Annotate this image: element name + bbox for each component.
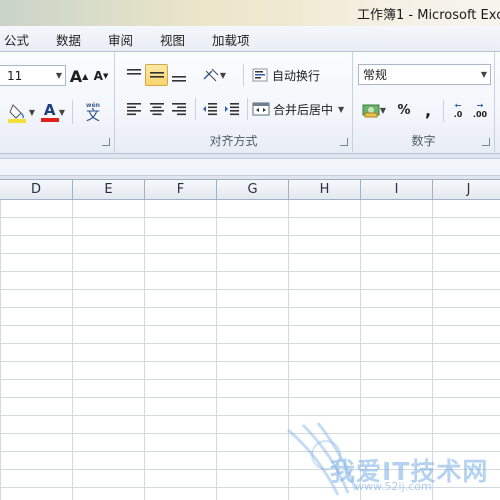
fill-color-button[interactable]: ▼ xyxy=(4,99,38,125)
arrow-right-icon: → xyxy=(476,101,484,110)
font-dialog-launcher[interactable] xyxy=(102,138,110,146)
wrap-text-button[interactable]: 自动换行 xyxy=(252,64,328,86)
increase-decimal-button[interactable]: ← .0 xyxy=(447,98,469,122)
decrease-decimal-button[interactable]: → .00 xyxy=(469,98,491,122)
align-center-button[interactable] xyxy=(145,98,168,120)
orientation-button[interactable]: ▼ xyxy=(199,64,229,86)
tab-data[interactable]: 数据 xyxy=(56,30,81,49)
currency-format-button[interactable]: ▼ xyxy=(359,98,389,122)
font-color-swatch xyxy=(40,118,59,122)
chevron-down-icon: ▼ xyxy=(379,105,387,115)
tab-addins[interactable]: 加载项 xyxy=(212,30,250,49)
decrease-indent-icon xyxy=(203,103,217,116)
window-title: 工作簿1 - Microsoft Exce xyxy=(357,8,500,23)
title-bar: 工作簿1 - Microsoft Exce xyxy=(0,0,500,26)
divider xyxy=(72,100,73,124)
shrink-font-icon: A xyxy=(93,69,103,83)
font-group: 11 ▼ A ▲ A ▼ ▼ A ▼ wén 文 xyxy=(0,52,115,152)
alignment-group: ▼ 自动换行 合并后居中 ▼ 对齐方式 xyxy=(115,52,353,152)
number-group-label: 数字 xyxy=(411,134,436,148)
merge-center-button[interactable]: 合并后居中 ▼ xyxy=(252,98,348,120)
percent-style-button[interactable]: % xyxy=(393,98,415,122)
tab-view[interactable]: 视图 xyxy=(160,30,185,49)
alignment-dialog-launcher[interactable] xyxy=(340,138,348,146)
font-size-value: 11 xyxy=(7,68,23,83)
font-color-button[interactable]: A ▼ xyxy=(38,99,68,125)
number-group: 常规 ▼ ▼ % , ← .0 → .00 数字 xyxy=(353,52,495,152)
align-top-icon xyxy=(127,69,141,75)
chevron-down-icon: ▼ xyxy=(338,104,345,114)
chevron-down-icon: ▼ xyxy=(28,107,36,117)
grow-font-button[interactable]: A ▲ xyxy=(69,65,89,87)
chevron-down-icon: ▼ xyxy=(219,70,227,80)
align-bottom-button[interactable] xyxy=(168,64,190,86)
align-middle-button[interactable] xyxy=(145,64,168,86)
comma-style-button[interactable]: , xyxy=(417,98,439,122)
alignment-group-label: 对齐方式 xyxy=(209,134,258,148)
increase-indent-button[interactable] xyxy=(221,98,243,120)
align-right-icon xyxy=(172,103,186,116)
column-header-e[interactable]: E xyxy=(73,180,145,200)
column-header-f[interactable]: F xyxy=(145,180,217,200)
merge-center-label: 合并后居中 xyxy=(273,102,334,117)
align-top-button[interactable] xyxy=(123,64,145,86)
column-header-j[interactable]: J xyxy=(433,180,500,200)
number-format-value: 常规 xyxy=(363,68,388,82)
divider xyxy=(247,98,248,120)
font-size-combo[interactable]: 11 ▼ xyxy=(0,65,66,86)
tab-review[interactable]: 审阅 xyxy=(108,30,133,49)
align-center-icon xyxy=(149,103,164,116)
ribbon-tabs: 公式 数据 审阅 视图 加载项 xyxy=(0,26,500,52)
align-right-button[interactable] xyxy=(168,98,190,120)
align-left-icon xyxy=(127,103,141,116)
shrink-font-button[interactable]: A ▼ xyxy=(92,65,110,87)
grow-font-icon: A xyxy=(69,66,83,86)
divider xyxy=(195,98,196,120)
column-header-d[interactable]: D xyxy=(0,180,73,200)
column-header-h[interactable]: H xyxy=(289,180,361,200)
wrap-text-icon xyxy=(252,68,268,82)
formula-bar xyxy=(0,154,500,180)
number-dialog-launcher[interactable] xyxy=(482,138,490,146)
divider xyxy=(443,100,444,122)
column-header-i[interactable]: I xyxy=(361,180,433,200)
watermark-url: www.52ij.com xyxy=(355,480,432,493)
percent-icon: % xyxy=(397,102,411,118)
orientation-icon xyxy=(203,68,219,82)
wrap-text-label: 自动换行 xyxy=(272,68,321,83)
chevron-down-icon: ▼ xyxy=(55,71,62,80)
column-header-g[interactable]: G xyxy=(217,180,289,200)
arrow-left-icon: ← xyxy=(454,101,462,110)
chevron-down-icon: ▼ xyxy=(58,107,66,117)
ribbon: 11 ▼ A ▲ A ▼ ▼ A ▼ wén 文 ▼ 自动换行 合并后居中 ▼ … xyxy=(0,52,500,154)
number-format-combo[interactable]: 常规 ▼ xyxy=(358,64,491,85)
formula-bar-inner[interactable] xyxy=(0,158,500,176)
divider xyxy=(243,64,244,86)
increase-decimal-icon: .0 xyxy=(453,110,463,119)
increase-indent-icon xyxy=(225,103,239,116)
phonetic-icon: 文 xyxy=(86,107,100,124)
paint-bucket-icon xyxy=(7,104,26,123)
align-middle-icon xyxy=(149,72,164,78)
merge-cells-icon xyxy=(252,102,270,116)
align-left-button[interactable] xyxy=(123,98,145,120)
decrease-decimal-icon: .00 xyxy=(472,110,488,119)
phonetic-guide-button[interactable]: wén 文 xyxy=(78,98,108,126)
chevron-down-icon: ▼ xyxy=(480,70,487,79)
font-color-letter: A xyxy=(43,101,56,119)
tab-formulas[interactable]: 公式 xyxy=(4,30,29,49)
decrease-indent-button[interactable] xyxy=(199,98,221,120)
comma-icon: , xyxy=(424,100,432,120)
currency-icon xyxy=(362,104,380,118)
align-bottom-icon xyxy=(172,76,186,82)
